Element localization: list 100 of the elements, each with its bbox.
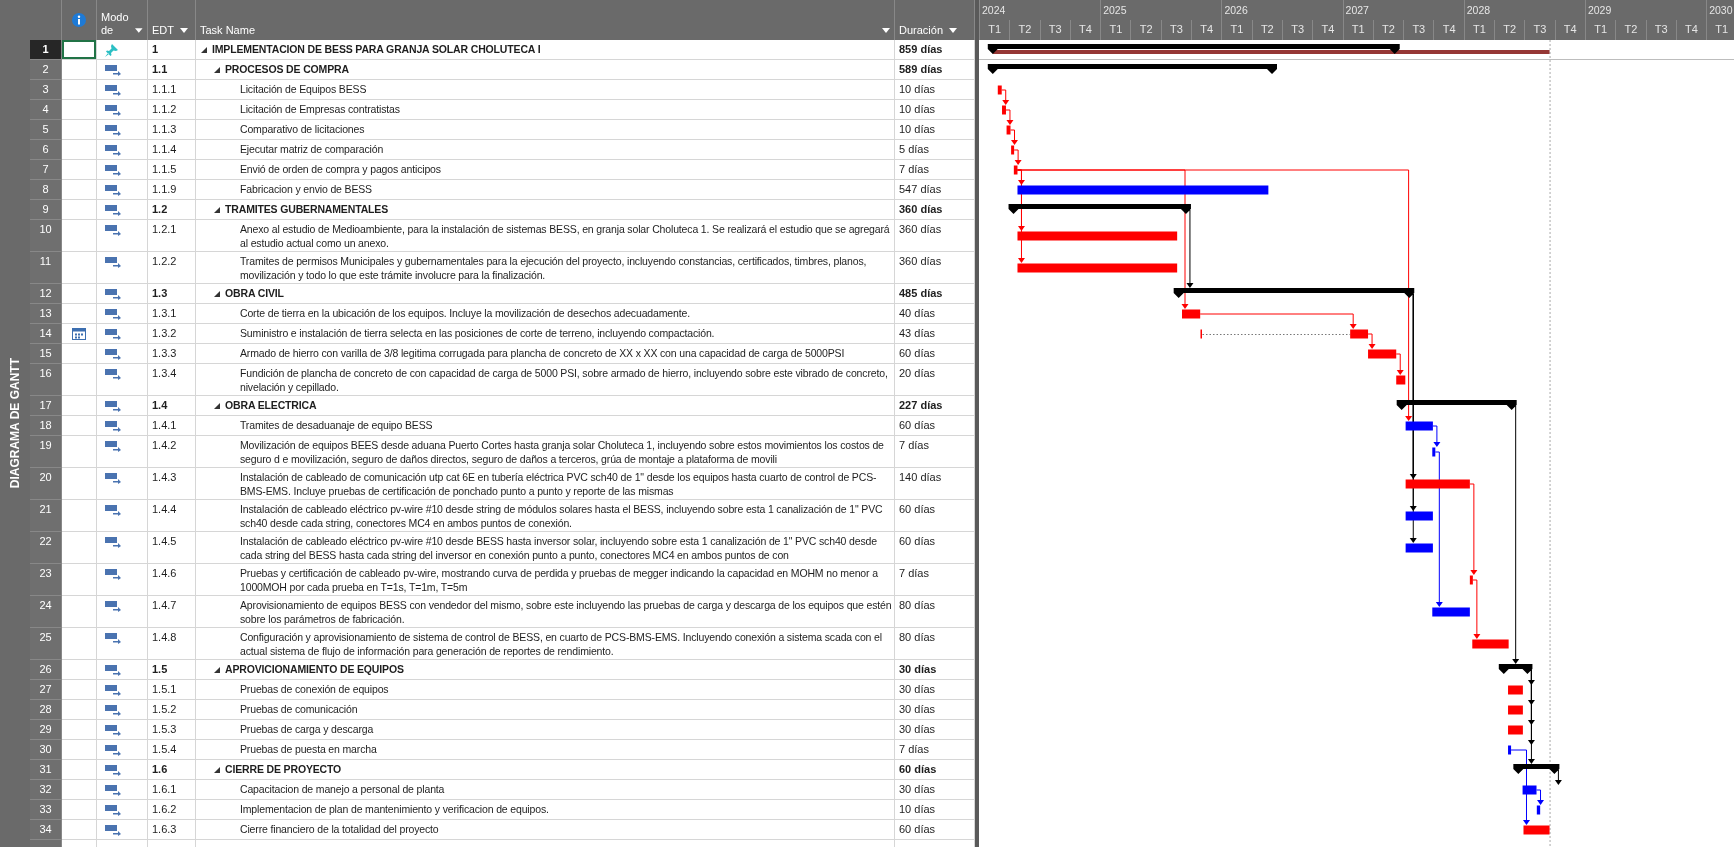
task-name: Fundición de plancha de concreto de con capacidad de carga de 5000 PSI, sobre armado de hierro, incluyendo sobre este vibrado de concreto, nivelación y cepillado. [240,366,889,394]
task-bar[interactable] [1536,805,1541,815]
summary-bar[interactable] [987,44,1400,54]
row-number[interactable]: 8 [30,180,62,200]
column-header[interactable]: Modo de [97,0,148,40]
row-number[interactable]: 2 [30,60,62,80]
summary-bar[interactable] [1008,204,1191,214]
task-bar[interactable] [1508,745,1512,755]
row-number[interactable]: 19 [30,436,62,468]
row-number[interactable]: 18 [30,416,62,436]
task-bar[interactable] [1405,511,1433,521]
dropdown-icon[interactable] [180,28,188,33]
row-number[interactable]: 6 [30,140,62,160]
task-bar[interactable] [1405,543,1433,553]
dropdown-icon[interactable] [949,28,958,33]
quarter-label: T1 [1109,23,1123,35]
year-label: 2027 [1345,4,1369,16]
task-bar[interactable] [1013,165,1018,175]
link-arrow [1005,109,1014,125]
year-label: 2030 [1709,4,1733,16]
row-number[interactable]: 14 [30,324,62,344]
year-label: 2029 [1587,4,1612,16]
dropdown-icon[interactable] [882,28,890,33]
row-number[interactable]: 24 [30,596,62,628]
collapse-icon[interactable] [214,207,220,213]
wbs-cell: 1.2 [148,200,196,219]
year-label: 2026 [1224,4,1248,16]
link-arrow [1432,425,1441,447]
quarter-label: T4 [1079,23,1092,35]
task-bar[interactable] [1522,785,1537,795]
selected-cell[interactable] [62,40,97,59]
row-number[interactable]: 20 [30,468,62,500]
info-icon [72,13,86,27]
row-number[interactable]: 26 [30,660,62,680]
summary-bar[interactable] [1396,400,1517,410]
task-name: Armado de hierro con varilla de 3/8 legitima corrugada para plancha de concreto de XX x XX con una capacidad de carga de 5000PSI [240,346,845,360]
quarter-label: T2 [1382,23,1395,35]
wbs-cell: 1.5.4 [148,740,196,759]
collapse-icon[interactable] [201,47,207,53]
row-number[interactable]: 17 [30,396,62,416]
row-number[interactable]: 7 [30,160,62,180]
task-name: Ejecutar matriz de comparación [240,142,384,156]
wbs-cell: 1.6.2 [148,800,196,819]
quarter-label: T2 [1503,23,1517,35]
collapse-icon[interactable] [214,67,220,73]
column-header[interactable]: Task Name [196,0,895,40]
collapse-icon[interactable] [214,767,220,773]
row-number[interactable]: 16 [30,364,62,396]
row-number[interactable]: 3 [30,80,62,100]
column-header[interactable]: EDT [148,0,196,40]
quarter-label: T1 [1230,23,1244,35]
wbs-cell: 1.6.3 [148,820,196,839]
task-name: IMPLEMENTACION DE BESS PARA GRANJA SOLAR CHOLUTECA I [212,42,541,56]
row-number[interactable]: 32 [30,780,62,800]
collapse-icon[interactable] [214,403,220,409]
task-name: Aprovisionamiento de equipos BESS con vendedor del mismo, sobre este incluyendo las pruebas de carga y descarga de los equipos que estén sobre los parámetros de fabricación. [240,598,892,626]
row-number[interactable]: 1 [30,40,62,60]
row-number[interactable]: 4 [30,100,62,120]
quarter-label: T1 [1594,23,1607,35]
row-number[interactable]: 27 [30,680,62,700]
row-number[interactable]: 12 [30,284,62,304]
task-bar[interactable] [1469,575,1473,585]
row-number[interactable]: 22 [30,532,62,564]
wbs-cell: 1.4.4 [148,500,196,531]
wbs-cell: 1.1.9 [148,180,196,199]
row-number[interactable]: 25 [30,628,62,660]
row-number[interactable]: 21 [30,500,62,532]
year-label: 2028 [1466,4,1491,16]
collapse-icon[interactable] [214,667,220,673]
quarter-label: T2 [1139,23,1153,35]
row-number[interactable]: 10 [30,220,62,252]
row-number[interactable]: 29 [30,720,62,740]
row-number[interactable]: 11 [30,252,62,284]
row-number[interactable]: 15 [30,344,62,364]
dropdown-icon[interactable] [135,28,143,33]
collapse-icon[interactable] [214,291,220,297]
row-number[interactable]: 28 [30,700,62,720]
wbs-cell: 1.6.1 [148,780,196,799]
quarter-label: T3 [1291,23,1305,35]
task-bar[interactable] [997,85,1002,95]
row-number[interactable]: 30 [30,740,62,760]
quarter-label: T4 [1685,23,1698,35]
row-number[interactable]: 9 [30,200,62,220]
wbs-cell: 1.3.3 [148,344,196,363]
year-label: 2024 [982,4,1006,16]
row-number[interactable]: 33 [30,800,62,820]
row-number[interactable]: 23 [30,564,62,596]
row-number[interactable]: 13 [30,304,62,324]
task-bar[interactable] [1432,447,1436,457]
summary-bar[interactable] [987,64,1277,74]
link-arrow [1001,89,1010,105]
row-number[interactable]: 31 [30,760,62,780]
quarter-label: T2 [1018,23,1032,35]
task-bar[interactable] [1011,145,1015,155]
task-bar[interactable] [1405,421,1433,431]
wbs-cell: 1.4.6 [148,564,196,595]
wbs-cell: 1.4.5 [148,532,196,563]
task-name: Pruebas y certificación de cableado pv-wire, mostrando curva de perdida y pruebas de megger indicando la capacidad en MOHM no menor a 1000MOH por cada prueba en T=1s, T=1m, T=5m [240,566,879,594]
row-number[interactable]: 34 [30,820,62,840]
row-number[interactable]: 5 [30,120,62,140]
